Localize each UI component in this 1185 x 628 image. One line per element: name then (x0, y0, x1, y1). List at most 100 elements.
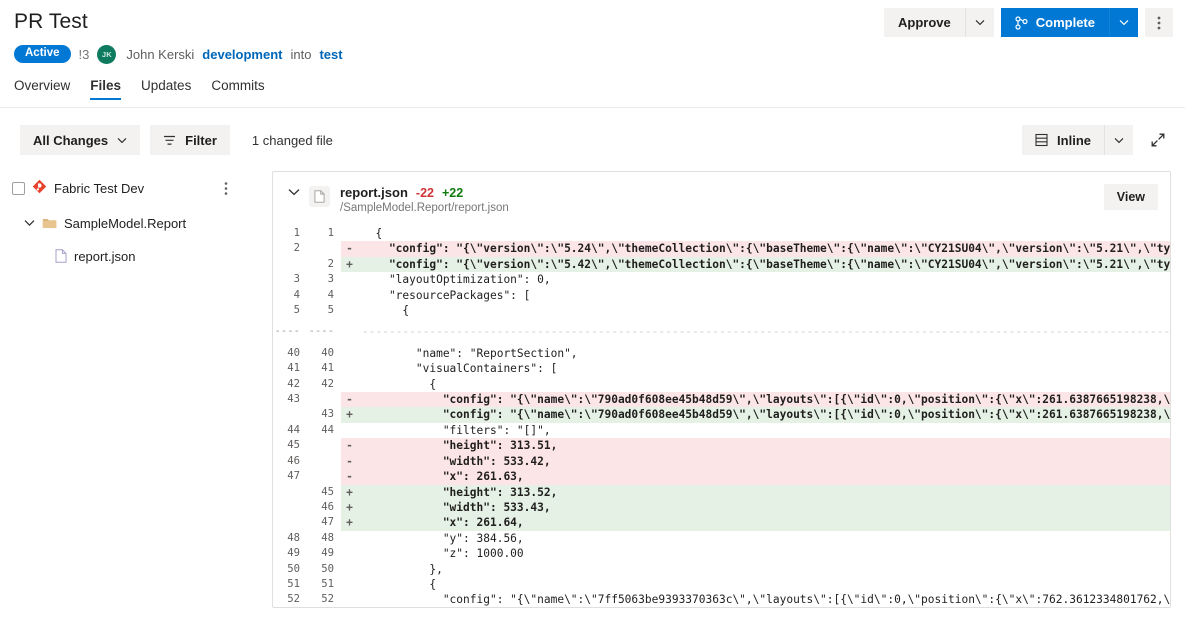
diff-marker (341, 226, 358, 241)
old-line-number: 43 (287, 393, 300, 406)
diff-code: { (362, 377, 437, 391)
old-line-number: 41 (287, 362, 300, 375)
tab-updates[interactable]: Updates (141, 78, 191, 100)
complete-split-button: Complete (1000, 8, 1138, 37)
more-actions-icon (224, 181, 228, 195)
view-options: Inline (1022, 125, 1171, 155)
all-changes-dropdown[interactable]: All Changes (20, 125, 141, 155)
filter-button[interactable]: Filter (150, 125, 230, 155)
more-actions-button[interactable] (1145, 8, 1173, 37)
diff-content[interactable]: 11 {2- "config": "{\"version\":\"5.24\",… (273, 226, 1170, 607)
diff-code: "config": "{\"version\":\"5.42\",\"theme… (358, 256, 1170, 273)
diff-line-ctx: 49 49 "z": 1000.00 (273, 546, 1170, 561)
approve-dropdown-button[interactable] (964, 8, 994, 37)
diff-rows: 11 {2- "config": "{\"version\":\"5.24\",… (273, 226, 1170, 607)
diff-code: "x": 261.64, (358, 515, 1170, 531)
into-label: into (290, 46, 312, 62)
diff-code: "resourcePackages": [ (362, 288, 531, 302)
old-line-number: 46 (287, 454, 300, 467)
diff-line-del: 2 - "config": "{\"version\":\"5.24\",\"th… (273, 241, 1170, 257)
diff-file-name: report.json (340, 185, 408, 200)
old-line-number: 1 (293, 227, 300, 239)
diff-line-ctx: 42 42 { (273, 377, 1170, 392)
new-line-number: 42 (321, 377, 334, 390)
tab-overview[interactable]: Overview (14, 78, 70, 100)
diff-marker (341, 531, 358, 546)
pull-request-files-page: PR Test Active !3 JK John Kerski develop… (0, 0, 1185, 628)
new-line-number: 48 (321, 531, 334, 544)
diff-marker (341, 423, 358, 438)
old-line-number: 49 (287, 547, 300, 560)
old-line-number (273, 500, 307, 515)
collapse-file-button[interactable] (283, 185, 305, 196)
complete-button-label: Complete (1035, 15, 1095, 30)
tree-item-repo[interactable]: Fabric Test Dev (6, 175, 258, 201)
more-actions-icon (1157, 16, 1161, 29)
inline-view-button[interactable]: Inline (1022, 125, 1104, 155)
complete-button[interactable]: Complete (1000, 8, 1109, 37)
old-line-number: 52 (287, 593, 300, 606)
new-line-number (307, 392, 341, 407)
old-line-number: 5 (293, 304, 300, 317)
diff-code: "name": "ReportSection", (362, 346, 578, 360)
diff-line-ctx: 50 50 }, (273, 562, 1170, 577)
diff-file-meta: report.json -22 +22 /SampleModel.Report/… (340, 185, 509, 214)
target-branch-link[interactable]: test (319, 47, 342, 62)
view-file-button[interactable]: View (1103, 184, 1158, 210)
diff-code: "filters": "[]", (362, 423, 551, 437)
tab-files[interactable]: Files (90, 78, 121, 100)
diff-code: "config": "{\"name\":\"790ad0f608ee45b48… (358, 407, 1170, 423)
new-line-number: ---- (308, 325, 334, 338)
view-mode-label: Inline (1057, 132, 1091, 148)
new-line-number: 43 (321, 408, 334, 421)
diff-code: "width": 533.43, (358, 499, 1170, 516)
expand-button[interactable] (1145, 125, 1171, 155)
diff-line-del: 43 - "config": "{\"name\":\"790ad0f608ee4… (273, 392, 1170, 408)
approve-split-button: Approve (884, 8, 994, 37)
diff-line-ctx: 40 40 "name": "ReportSection", (273, 346, 1170, 361)
diff-line-ctx: 44 44 "filters": "[]", (273, 423, 1170, 438)
diff-marker (341, 272, 358, 287)
pr-id: !3 (78, 46, 90, 62)
diff-code: "y": 384.56, (362, 531, 524, 545)
view-mode-dropdown[interactable] (1104, 125, 1133, 155)
diff-code: "width": 533.42, (358, 453, 1170, 470)
diff-line-ctx: 51 51 { (273, 577, 1170, 592)
complete-dropdown-button[interactable] (1109, 8, 1138, 37)
file-type-chip (309, 186, 330, 207)
tree-item-folder[interactable]: SampleModel.Report (6, 210, 258, 236)
new-line-number (307, 438, 341, 453)
old-line-number: ---- (274, 325, 300, 338)
repo-checkbox[interactable] (12, 181, 25, 195)
chevron-down-icon[interactable] (24, 219, 35, 227)
new-line-number: 4 (327, 288, 334, 301)
diff-marker (341, 592, 358, 607)
pr-meta-row: Active !3 JK John Kerski development int… (14, 43, 1171, 65)
expand-diagonal-icon (1151, 133, 1165, 147)
old-line-number: 48 (287, 531, 300, 544)
chevron-down-icon (288, 189, 300, 196)
file-icon (55, 249, 67, 263)
tab-commits[interactable]: Commits (211, 78, 264, 100)
diff-marker: + (341, 484, 358, 500)
pr-actions: Approve Complete (884, 8, 1173, 37)
diff-file-header: report.json -22 +22 /SampleModel.Report/… (273, 172, 1170, 226)
file-name: report.json (74, 248, 136, 264)
diff-code: { (362, 577, 437, 591)
old-line-number (273, 407, 307, 422)
old-line-number: 51 (287, 577, 300, 590)
approve-button[interactable]: Approve (884, 8, 965, 37)
source-branch-link[interactable]: development (202, 47, 282, 62)
old-line-number (273, 515, 307, 530)
new-line-number (307, 241, 341, 256)
diff-code: "layoutOptimization": 0, (362, 273, 551, 287)
diff-code: { (362, 304, 410, 318)
new-line-number (307, 454, 341, 469)
old-line-number: 3 (293, 273, 300, 286)
new-line-number: 44 (321, 423, 334, 436)
tree-item-file[interactable]: report.json (6, 243, 258, 269)
new-line-number: 3 (327, 273, 334, 286)
avatar: JK (97, 44, 117, 64)
tree-more-actions-button[interactable] (224, 175, 228, 201)
diff-code: "z": 1000.00 (362, 547, 524, 561)
